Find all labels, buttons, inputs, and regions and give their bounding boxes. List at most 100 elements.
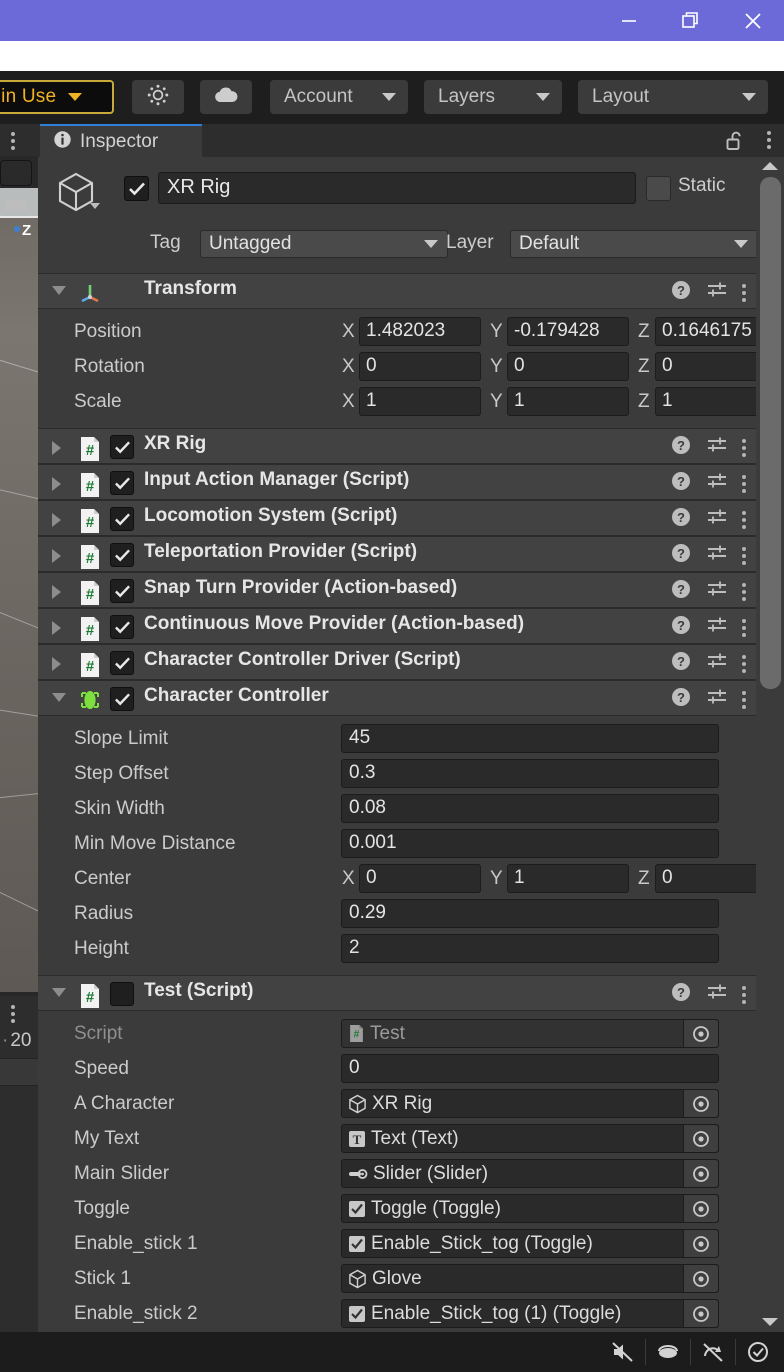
object-reference-field[interactable]: Enable_Stick_tog (Toggle) — [341, 1229, 719, 1258]
component-header-transform[interactable]: Transform ? — [38, 273, 756, 309]
speed-input[interactable]: 0 — [341, 1054, 719, 1083]
object-picker-button[interactable] — [683, 1125, 718, 1152]
object-reference-field[interactable]: # Test — [341, 1019, 719, 1048]
object-picker-button[interactable] — [683, 1195, 718, 1222]
component-header[interactable]: # Continuous Move Provider (Action-based… — [38, 608, 756, 644]
foldout-arrow-icon[interactable] — [52, 477, 61, 491]
object-reference-field[interactable]: Slider (Slider) — [341, 1159, 719, 1188]
component-header-test-script[interactable]: # Test (Script) ? — [38, 975, 756, 1011]
scale-y-input[interactable]: 1 — [507, 387, 629, 416]
help-icon[interactable]: ? — [670, 614, 692, 641]
preset-icon[interactable] — [706, 981, 728, 1008]
component-enabled-checkbox[interactable] — [110, 471, 134, 495]
object-picker-button[interactable] — [683, 1300, 718, 1327]
component-header[interactable]: # Locomotion System (Script) ? — [38, 500, 756, 536]
gameobject-enabled-checkbox[interactable] — [124, 176, 149, 201]
kebab-menu-icon[interactable] — [767, 131, 771, 149]
object-picker-button[interactable] — [683, 1230, 718, 1257]
radius-input[interactable]: 0.29 — [341, 899, 719, 928]
help-icon[interactable]: ? — [670, 434, 692, 461]
height-input[interactable]: 2 — [341, 934, 719, 963]
preset-icon[interactable] — [706, 279, 728, 306]
foldout-arrow-icon[interactable] — [52, 286, 66, 295]
scrollbar-thumb[interactable] — [760, 177, 781, 689]
object-picker-button[interactable] — [683, 1265, 718, 1292]
component-enabled-checkbox[interactable] — [110, 507, 134, 531]
component-enabled-checkbox[interactable] — [110, 982, 134, 1006]
rotation-y-input[interactable]: 0 — [507, 352, 629, 381]
component-enabled-checkbox[interactable] — [110, 687, 134, 711]
center-x-input[interactable]: 0 — [359, 864, 481, 893]
preset-icon[interactable] — [706, 542, 728, 569]
min-move-distance-input[interactable]: 0.001 — [341, 829, 719, 858]
preset-icon[interactable] — [706, 650, 728, 677]
kebab-menu-icon[interactable] — [742, 691, 746, 709]
preset-icon[interactable] — [706, 614, 728, 641]
component-enabled-checkbox[interactable] — [110, 651, 134, 675]
kebab-menu-icon[interactable] — [742, 284, 746, 302]
preset-icon[interactable] — [706, 434, 728, 461]
unlocked-padlock-icon[interactable] — [724, 130, 744, 157]
tools-in-use-dropdown[interactable]: s in Use — [0, 80, 114, 114]
component-header[interactable]: # Character Controller Driver (Script) ? — [38, 644, 756, 680]
light-settings-button[interactable] — [132, 80, 184, 114]
scroll-down-arrow-icon[interactable] — [762, 1318, 778, 1326]
mute-audio-icon[interactable] — [601, 1332, 645, 1372]
component-header[interactable]: # Input Action Manager (Script) ? — [38, 464, 756, 500]
foldout-arrow-icon[interactable] — [52, 441, 61, 455]
help-icon[interactable]: ? — [670, 686, 692, 713]
foldout-arrow-icon[interactable] — [52, 621, 61, 635]
position-y-input[interactable]: -0.179428 — [507, 317, 629, 346]
component-header[interactable]: # Snap Turn Provider (Action-based) ? — [38, 572, 756, 608]
kebab-menu-icon[interactable] — [742, 547, 746, 565]
foldout-arrow-icon[interactable] — [52, 988, 66, 997]
scroll-up-arrow-icon[interactable] — [762, 162, 778, 170]
object-reference-field[interactable]: Enable_Stick_tog (1) (Toggle) — [341, 1299, 719, 1328]
foldout-arrow-icon[interactable] — [52, 693, 66, 702]
component-header-character-controller[interactable]: Character Controller ? — [38, 680, 756, 716]
scene-view-sliver[interactable]: Z ·20 — [0, 124, 38, 1332]
minimize-icon[interactable] — [598, 0, 660, 41]
center-y-input[interactable]: 1 — [507, 864, 629, 893]
help-icon[interactable]: ? — [670, 650, 692, 677]
no-animation-icon[interactable] — [691, 1332, 735, 1372]
gameobject-icon-dropdown[interactable] — [90, 203, 100, 209]
kebab-menu-icon[interactable] — [742, 475, 746, 493]
kebab-menu-icon[interactable] — [742, 986, 746, 1004]
component-enabled-checkbox[interactable] — [110, 615, 134, 639]
slope-limit-input[interactable]: 45 — [341, 724, 719, 753]
object-picker-button[interactable] — [683, 1160, 718, 1187]
object-reference-field[interactable]: T Text (Text) — [341, 1124, 719, 1153]
component-header[interactable]: # Teleportation Provider (Script) ? — [38, 536, 756, 572]
restore-icon[interactable] — [660, 0, 722, 41]
help-icon[interactable]: ? — [670, 981, 692, 1008]
scene-search-field[interactable] — [0, 160, 32, 186]
help-icon[interactable]: ? — [670, 578, 692, 605]
kebab-menu-icon[interactable] — [742, 511, 746, 529]
preset-icon[interactable] — [706, 470, 728, 497]
tag-dropdown[interactable]: Untagged — [200, 230, 448, 258]
static-checkbox[interactable] — [646, 176, 671, 201]
help-icon[interactable]: ? — [670, 470, 692, 497]
cloud-button[interactable] — [200, 80, 252, 114]
object-reference-field[interactable]: Glove — [341, 1264, 719, 1293]
kebab-menu-icon[interactable] — [742, 583, 746, 601]
foldout-arrow-icon[interactable] — [52, 549, 61, 563]
preset-icon[interactable] — [706, 686, 728, 713]
scale-x-input[interactable]: 1 — [359, 387, 481, 416]
help-icon[interactable]: ? — [670, 542, 692, 569]
gameobject-name-input[interactable]: XR Rig — [158, 172, 636, 204]
object-reference-field[interactable]: Toggle (Toggle) — [341, 1194, 719, 1223]
help-icon[interactable]: ? — [670, 279, 692, 306]
gizmos-icon[interactable] — [646, 1332, 690, 1372]
layout-dropdown[interactable]: Layout — [578, 80, 768, 114]
preset-icon[interactable] — [706, 506, 728, 533]
rotation-x-input[interactable]: 0 — [359, 352, 481, 381]
help-icon[interactable]: ? — [670, 506, 692, 533]
inspector-scrollbar[interactable] — [756, 157, 784, 1332]
layer-dropdown[interactable]: Default — [510, 230, 758, 258]
foldout-arrow-icon[interactable] — [52, 513, 61, 527]
kebab-menu-icon[interactable] — [742, 439, 746, 457]
kebab-menu-icon[interactable] — [742, 619, 746, 637]
object-reference-field[interactable]: XR Rig — [341, 1089, 719, 1118]
